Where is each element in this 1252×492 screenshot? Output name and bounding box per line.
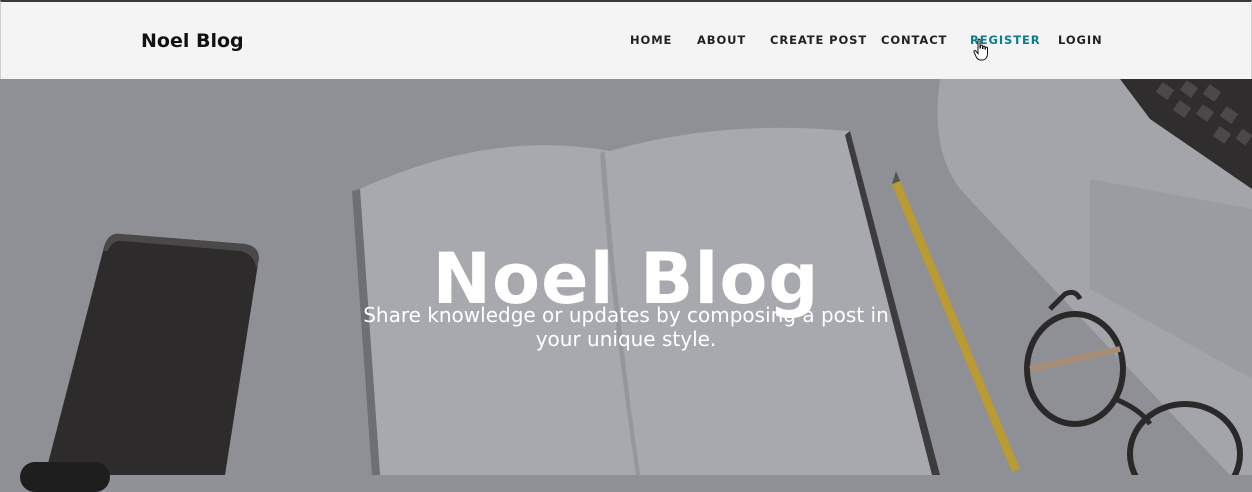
hero-subtitle: Share knowledge or updates by composing … <box>363 303 889 351</box>
top-navbar: Noel Blog HOME ABOUT CREATE POST CONTACT… <box>0 0 1252 79</box>
nav-create-post[interactable]: CREATE POST <box>770 33 867 47</box>
nav-contact[interactable]: CONTACT <box>881 33 947 47</box>
chat-widget-button[interactable] <box>20 462 110 492</box>
nav-about[interactable]: ABOUT <box>697 33 746 47</box>
nav-home[interactable]: HOME <box>630 33 672 47</box>
hero-section: Noel Blog Share knowledge or updates by … <box>0 79 1252 475</box>
brand-link[interactable]: Noel Blog <box>141 30 244 52</box>
nav-login[interactable]: LOGIN <box>1058 33 1103 47</box>
hand-pointer-icon <box>973 38 988 61</box>
